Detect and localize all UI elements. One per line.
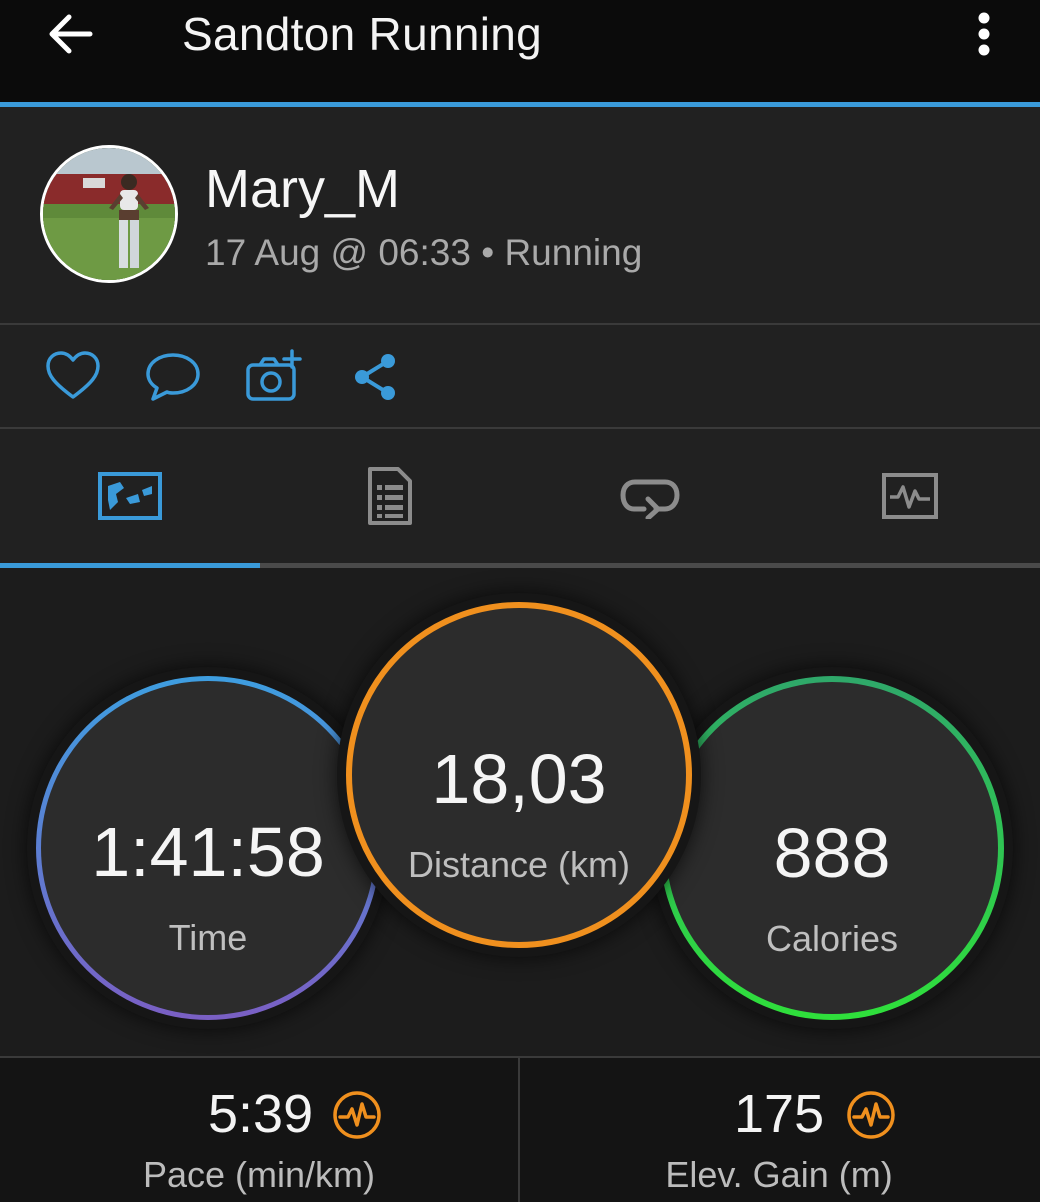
elevation-metric[interactable]: 175 Elev. Gain (m) xyxy=(520,1058,1038,1202)
heart-icon xyxy=(46,351,100,399)
laps-icon xyxy=(620,479,680,519)
tab-stats[interactable] xyxy=(260,429,520,563)
elevation-value: 175 xyxy=(734,1084,825,1144)
calories-label: Calories xyxy=(765,918,899,959)
tab-charts[interactable] xyxy=(780,429,1040,563)
activity-summary: 1:41:58 Time 888 Calories 18,03 Distance… xyxy=(0,568,1040,1056)
distance-label: Distance (km) xyxy=(407,844,631,885)
page-title: Sandton Running xyxy=(182,8,543,60)
tab-map[interactable] xyxy=(0,429,260,563)
activity-header: Mary_M 17 Aug @ 06:33 • Running xyxy=(0,107,1040,325)
heart-rate-badge-icon xyxy=(333,1091,381,1139)
avatar-photo xyxy=(43,148,175,280)
stats-list-icon xyxy=(368,467,412,525)
app-bar: Sandton Running xyxy=(0,0,1040,107)
elevation-label: Elev. Gain (m) xyxy=(665,1154,893,1195)
charts-icon xyxy=(882,473,938,519)
like-button[interactable] xyxy=(44,349,102,405)
time-label: Time xyxy=(168,917,248,958)
more-vertical-icon xyxy=(978,12,990,56)
share-icon xyxy=(355,354,395,400)
comment-button[interactable] xyxy=(144,349,202,405)
arrow-left-icon xyxy=(49,14,93,54)
distance-value: 18,03 xyxy=(431,740,607,818)
add-photo-button[interactable] xyxy=(244,349,302,405)
pace-metric[interactable]: 5:39 Pace (min/km) xyxy=(0,1058,518,1202)
pace-value: 5:39 xyxy=(208,1084,314,1144)
share-button[interactable] xyxy=(350,349,408,405)
social-actions xyxy=(0,325,1040,429)
calories-value: 888 xyxy=(773,814,891,892)
map-icon xyxy=(98,472,162,520)
activity-meta: 17 Aug @ 06:33 • Running xyxy=(205,232,643,273)
more-options-button[interactable] xyxy=(962,6,1006,62)
detail-metrics: 5:39 Pace (min/km) 175 Elev. Gain (m) xyxy=(0,1056,1040,1202)
comment-icon xyxy=(146,353,200,401)
avatar[interactable] xyxy=(40,145,178,283)
calories-ring[interactable]: 888 Calories xyxy=(660,676,1004,1020)
back-button[interactable] xyxy=(44,8,100,60)
time-ring[interactable]: 1:41:58 Time xyxy=(36,676,380,1020)
time-value: 1:41:58 xyxy=(91,813,325,891)
distance-ring[interactable]: 18,03 Distance (km) xyxy=(346,602,692,948)
heart-rate-badge-icon xyxy=(847,1091,895,1139)
add-photo-icon xyxy=(246,349,302,401)
pace-label: Pace (min/km) xyxy=(142,1154,376,1195)
username[interactable]: Mary_M xyxy=(205,159,400,219)
activity-tabs xyxy=(0,429,1040,563)
tab-laps[interactable] xyxy=(520,429,780,563)
